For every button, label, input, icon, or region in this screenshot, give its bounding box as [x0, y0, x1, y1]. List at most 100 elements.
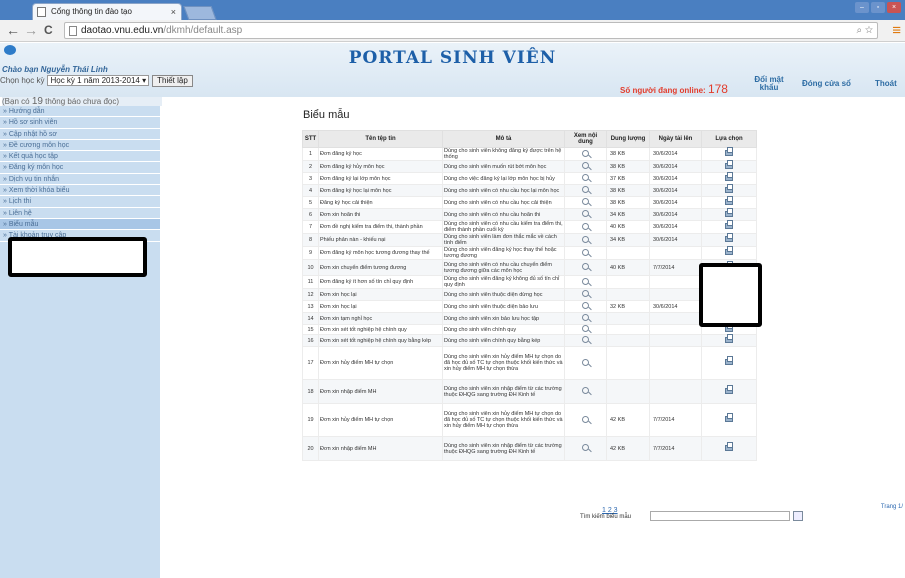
cell-description: Dùng cho sinh viên thuộc diện dừng học: [442, 288, 565, 301]
cell-view: [564, 246, 607, 260]
magnifier-icon[interactable]: [582, 314, 589, 321]
download-icon[interactable]: [725, 441, 733, 451]
new-tab-button[interactable]: [183, 6, 217, 20]
cell-filename: Đơn xin tạm nghỉ học: [318, 312, 443, 325]
cell-size: [606, 288, 650, 301]
cell-description: Dùng cho sinh viên có nhu cầu học lại mô…: [442, 184, 565, 197]
sidebar-item-forms[interactable]: » Biểu mẫu: [0, 218, 160, 231]
browser-tabbar: Cổng thông tin đào tạo × – ▫ ×: [0, 0, 905, 20]
download-icon[interactable]: [725, 195, 733, 205]
search-button[interactable]: [793, 511, 803, 521]
download-icon[interactable]: [725, 220, 733, 229]
magnifier-icon[interactable]: [582, 149, 589, 157]
cell-size: 32 KB: [606, 300, 650, 313]
sidebar-item-messages[interactable]: » Dịch vụ tin nhắn: [0, 174, 160, 186]
magnifier-icon[interactable]: [582, 198, 589, 205]
magnifier-icon[interactable]: [582, 302, 589, 309]
table-row: 14 Đơn xin tạm nghỉ học Dùng cho sinh viên…: [302, 311, 757, 325]
cell-date: 30/6/2014: [649, 220, 702, 234]
download-icon[interactable]: [725, 413, 733, 422]
magnifier-icon[interactable]: [582, 186, 589, 193]
cell-view: [564, 208, 607, 221]
sidebar-item-update-profile[interactable]: » Cập nhật hồ sơ: [0, 129, 160, 140]
cell-filename: Đơn xin học lại: [318, 288, 443, 301]
cell-view: [564, 259, 607, 276]
download-icon[interactable]: [725, 384, 733, 394]
zoom-star-icons[interactable]: ⌕ ☆: [856, 23, 873, 38]
table-row: 6 Đơn xin hoãn thi Dùng cho sinh viên có n…: [302, 207, 757, 221]
tab-close-icon[interactable]: ×: [171, 4, 176, 20]
cell-action: [701, 403, 757, 437]
download-icon[interactable]: [725, 333, 733, 343]
minimize-icon[interactable]: –: [855, 2, 869, 13]
change-password-link[interactable]: Đổi mật khẩu: [748, 76, 790, 92]
sidebar-item-results[interactable]: » Kết quả học tập: [0, 151, 160, 163]
magnifier-icon[interactable]: [582, 358, 589, 366]
logout-link[interactable]: Thoát: [875, 80, 897, 88]
close-window-icon[interactable]: ×: [887, 2, 901, 13]
cell-description: Dùng cho sinh viên chính quy bằng kép: [442, 334, 565, 347]
sidebar-item-timetable[interactable]: » Xem thời khóa biểu: [0, 185, 160, 197]
sidebar-item-registration[interactable]: » Đăng ký môn học: [0, 162, 160, 174]
download-icon[interactable]: [725, 147, 733, 156]
sidebar-item-exams[interactable]: » Lịch thi: [0, 196, 160, 208]
semester-select[interactable]: Học kỳ 1 năm 2013-2014 ▾: [47, 75, 150, 86]
cell-stt: 20: [302, 436, 319, 461]
cell-size: 37 KB: [606, 172, 650, 185]
table-row: 5 Đăng ký học cải thiện Dùng cho sinh viên…: [302, 195, 757, 209]
download-icon[interactable]: [725, 159, 733, 169]
magnifier-icon[interactable]: [582, 387, 589, 394]
cell-filename: Đơn đăng ký hủy môn học: [318, 160, 443, 173]
magnifier-icon[interactable]: [582, 248, 589, 256]
cell-description: Dùng cho sinh viên chính quy: [442, 324, 565, 335]
url-host: daotao.vnu.edu.vn: [81, 25, 164, 36]
magnifier-icon[interactable]: [582, 222, 589, 230]
greeting: Chào bạn Nguyễn Thái Linh: [2, 65, 108, 74]
reload-icon[interactable]: C: [44, 23, 53, 38]
download-icon[interactable]: [725, 207, 733, 217]
sidebar-item-syllabus[interactable]: » Đề cương môn học: [0, 140, 160, 152]
cell-description: Dùng cho sinh viên có nhu cầu chuyển điể…: [442, 259, 565, 276]
magnifier-icon[interactable]: [582, 325, 589, 332]
cell-date: 7/7/2014: [649, 436, 702, 461]
magnifier-icon[interactable]: [582, 444, 589, 451]
cell-filename: Đơn xin xét tốt nghiệp hệ chính quy bằng…: [318, 334, 443, 347]
annotation-box: [699, 263, 762, 327]
table-row: 9 Đơn đăng ký môn học tương đương thay th…: [302, 246, 757, 260]
address-bar[interactable]: daotao.vnu.edu.vn/dkmh/default.asp ⌕ ☆: [64, 22, 878, 39]
menu-icon[interactable]: ≡: [892, 22, 901, 39]
magnifier-icon[interactable]: [582, 336, 589, 343]
sidebar-item-profile[interactable]: » Hồ sơ sinh viên: [0, 117, 160, 129]
download-icon[interactable]: [725, 356, 733, 365]
cell-stt: 12: [302, 288, 319, 301]
magnifier-icon[interactable]: [582, 277, 589, 285]
main-content: Biểu mẫu STT Tên tệp tin Mô tả Xem nội d…: [160, 106, 905, 578]
download-icon[interactable]: [725, 233, 733, 242]
pagination[interactable]: 1 2 3: [602, 507, 618, 514]
browser-tab[interactable]: Cổng thông tin đào tạo ×: [32, 3, 182, 20]
search-input[interactable]: [650, 511, 790, 521]
forward-icon[interactable]: →: [24, 23, 38, 38]
download-icon[interactable]: [725, 171, 733, 181]
back-icon[interactable]: ←: [6, 23, 20, 38]
sidebar-item-guide[interactable]: » Hướng dẫn: [0, 106, 160, 118]
download-icon[interactable]: [725, 183, 733, 193]
close-window-link[interactable]: Đóng cửa sổ: [802, 80, 851, 88]
sidebar-item-contact[interactable]: » Liên hệ: [0, 208, 160, 219]
magnifier-icon[interactable]: [582, 415, 589, 423]
download-icon[interactable]: [725, 246, 733, 255]
page-icon: [69, 26, 77, 36]
magnifier-icon[interactable]: [582, 235, 589, 243]
magnifier-icon[interactable]: [582, 290, 589, 297]
magnifier-icon[interactable]: [582, 263, 589, 270]
setup-button[interactable]: Thiết lập: [152, 74, 193, 87]
maximize-icon[interactable]: ▫: [871, 2, 885, 13]
online-counter: Số người đang online: 178: [620, 82, 728, 96]
magnifier-icon[interactable]: [582, 162, 589, 169]
cell-description: Dùng cho sinh viên xin hủy điểm MH tự ch…: [442, 346, 565, 380]
cell-action: [701, 333, 757, 347]
cell-description: Dùng cho sinh viên làm đơn thắc mắc về c…: [442, 233, 565, 247]
magnifier-icon[interactable]: [582, 210, 589, 217]
magnifier-icon[interactable]: [582, 174, 589, 181]
cell-stt: 5: [302, 196, 319, 209]
